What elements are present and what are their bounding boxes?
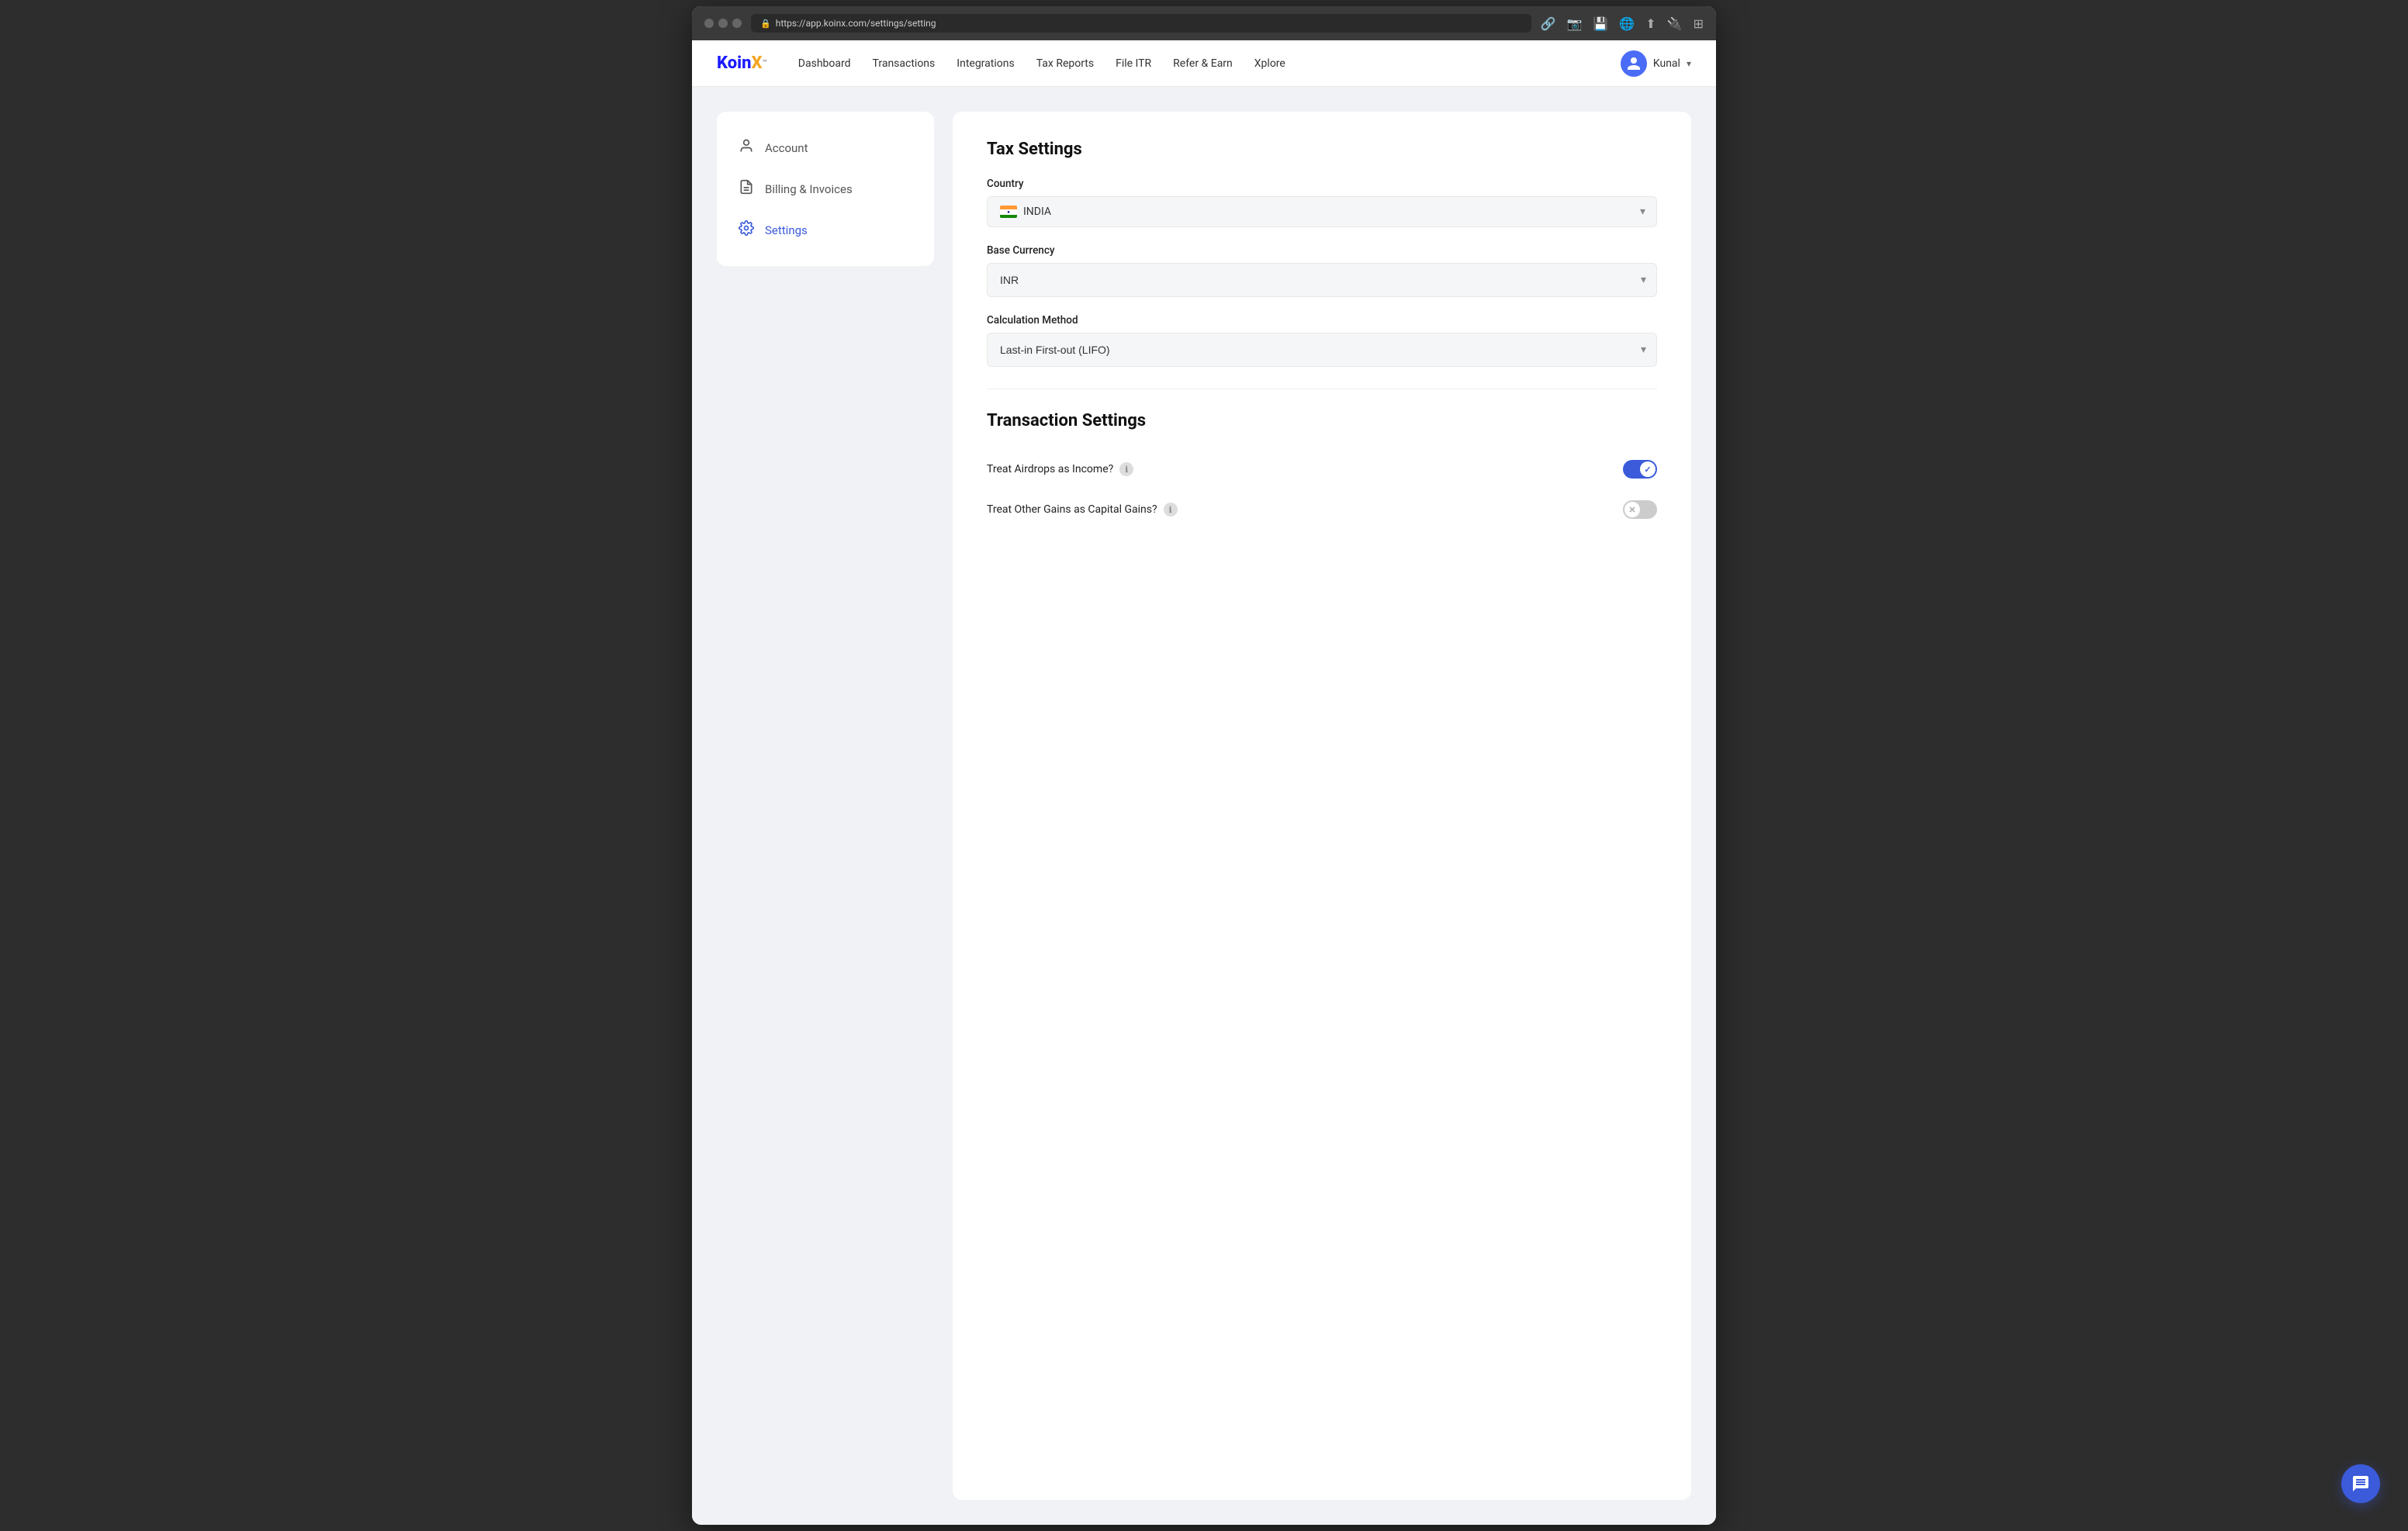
logo-tm: ™: [762, 59, 766, 67]
logo-koin: Koin: [717, 54, 751, 73]
other-gains-toggle-knob: ✕: [1624, 502, 1640, 517]
settings-icon: [739, 220, 754, 240]
nav-link-tax-reports[interactable]: Tax Reports: [1036, 57, 1094, 70]
other-gains-x-icon: ✕: [1628, 505, 1635, 515]
base-currency-select-wrapper: INR ▾: [987, 263, 1657, 297]
avatar: [1621, 50, 1647, 77]
nav-user[interactable]: Kunal ▾: [1621, 50, 1691, 77]
chat-button[interactable]: [2341, 1464, 2380, 1503]
page-content: Account Billing & Invoices Settings Tax …: [692, 87, 1716, 1525]
base-currency-select[interactable]: INR: [987, 263, 1657, 297]
browser-toolbar: 🔒 https://app.koinx.com/settings/setting…: [692, 6, 1716, 40]
browser-window: 🔒 https://app.koinx.com/settings/setting…: [692, 6, 1716, 1525]
sidebar: Account Billing & Invoices Settings: [717, 112, 934, 266]
browser-icon-save[interactable]: 💾: [1593, 16, 1608, 31]
india-flag: ●: [1000, 206, 1017, 218]
airdrops-info-icon[interactable]: ℹ: [1119, 462, 1133, 476]
calculation-method-label: Calculation Method: [987, 314, 1657, 327]
nav-link-transactions[interactable]: Transactions: [873, 57, 936, 70]
chevron-down-icon: ▾: [1687, 58, 1691, 69]
other-gains-info-icon[interactable]: ℹ: [1164, 503, 1178, 517]
browser-icon-ext[interactable]: 🔌: [1667, 16, 1683, 31]
country-group: Country ● INDIA ▾: [987, 178, 1657, 227]
url-text: https://app.koinx.com/settings/setting: [776, 18, 936, 29]
transaction-settings-title: Transaction Settings: [987, 411, 1657, 430]
sidebar-item-settings[interactable]: Settings: [717, 209, 934, 251]
other-gains-label-row: Treat Other Gains as Capital Gains? ℹ: [987, 503, 1178, 517]
sidebar-item-label-settings: Settings: [765, 223, 808, 237]
sidebar-item-account[interactable]: Account: [717, 127, 934, 168]
browser-icon-grid[interactable]: ⊞: [1694, 16, 1704, 31]
browser-dot-yellow: [718, 19, 728, 28]
browser-icon-globe[interactable]: 🌐: [1619, 16, 1635, 31]
other-gains-toggle-row: Treat Other Gains as Capital Gains? ℹ ✕: [987, 489, 1657, 530]
calculation-method-select-wrapper: Last-in First-out (LIFO) ▾: [987, 333, 1657, 367]
browser-icon-link[interactable]: 🔗: [1541, 16, 1556, 31]
nav-link-refer-earn[interactable]: Refer & Earn: [1173, 57, 1233, 70]
sidebar-item-billing[interactable]: Billing & Invoices: [717, 168, 934, 209]
airdrops-check-icon: ✓: [1644, 465, 1651, 475]
country-value: INDIA: [1023, 206, 1644, 218]
calculation-method-select[interactable]: Last-in First-out (LIFO): [987, 333, 1657, 367]
main-content: Tax Settings Country ● INDIA ▾ Base Curr…: [953, 112, 1691, 1500]
nav-link-dashboard[interactable]: Dashboard: [798, 57, 851, 70]
country-select[interactable]: ● INDIA ▾: [987, 196, 1657, 227]
browser-icons: 🔗 📷 💾 🌐 ⬆ 🔌 ⊞: [1541, 16, 1704, 31]
browser-dots: [704, 19, 742, 28]
navbar: KoinX™ Dashboard Transactions Integratio…: [692, 40, 1716, 87]
tax-settings-title: Tax Settings: [987, 140, 1657, 159]
browser-icon-camera[interactable]: 📷: [1567, 16, 1583, 31]
airdrops-label-row: Treat Airdrops as Income? ℹ: [987, 462, 1133, 476]
billing-icon: [739, 179, 754, 199]
ashoka-chakra: ●: [1007, 209, 1010, 215]
other-gains-toggle[interactable]: ✕: [1623, 500, 1657, 519]
user-name: Kunal: [1653, 57, 1680, 70]
address-bar[interactable]: 🔒 https://app.koinx.com/settings/setting: [751, 14, 1531, 33]
lock-icon: 🔒: [760, 19, 771, 29]
logo[interactable]: KoinX™: [717, 54, 767, 73]
country-label: Country: [987, 178, 1657, 190]
airdrops-toggle-knob: ✓: [1640, 461, 1656, 477]
browser-icon-download[interactable]: ⬆: [1645, 16, 1656, 31]
browser-dot-red: [704, 19, 714, 28]
base-currency-group: Base Currency INR ▾: [987, 244, 1657, 297]
nav-links: Dashboard Transactions Integrations Tax …: [798, 57, 1596, 70]
airdrops-toggle-row: Treat Airdrops as Income? ℹ ✓: [987, 449, 1657, 489]
base-currency-label: Base Currency: [987, 244, 1657, 257]
user-icon: [739, 138, 754, 157]
nav-link-xplore[interactable]: Xplore: [1254, 57, 1285, 70]
logo-x: X: [751, 54, 762, 73]
browser-dot-green: [732, 19, 742, 28]
calculation-method-group: Calculation Method Last-in First-out (LI…: [987, 314, 1657, 367]
sidebar-item-label-account: Account: [765, 141, 808, 155]
other-gains-label: Treat Other Gains as Capital Gains?: [987, 503, 1157, 516]
airdrops-toggle[interactable]: ✓: [1623, 460, 1657, 479]
sidebar-item-label-billing: Billing & Invoices: [765, 182, 853, 196]
airdrops-label: Treat Airdrops as Income?: [987, 463, 1113, 475]
nav-link-file-itr[interactable]: File ITR: [1116, 57, 1151, 70]
nav-link-integrations[interactable]: Integrations: [957, 57, 1014, 70]
